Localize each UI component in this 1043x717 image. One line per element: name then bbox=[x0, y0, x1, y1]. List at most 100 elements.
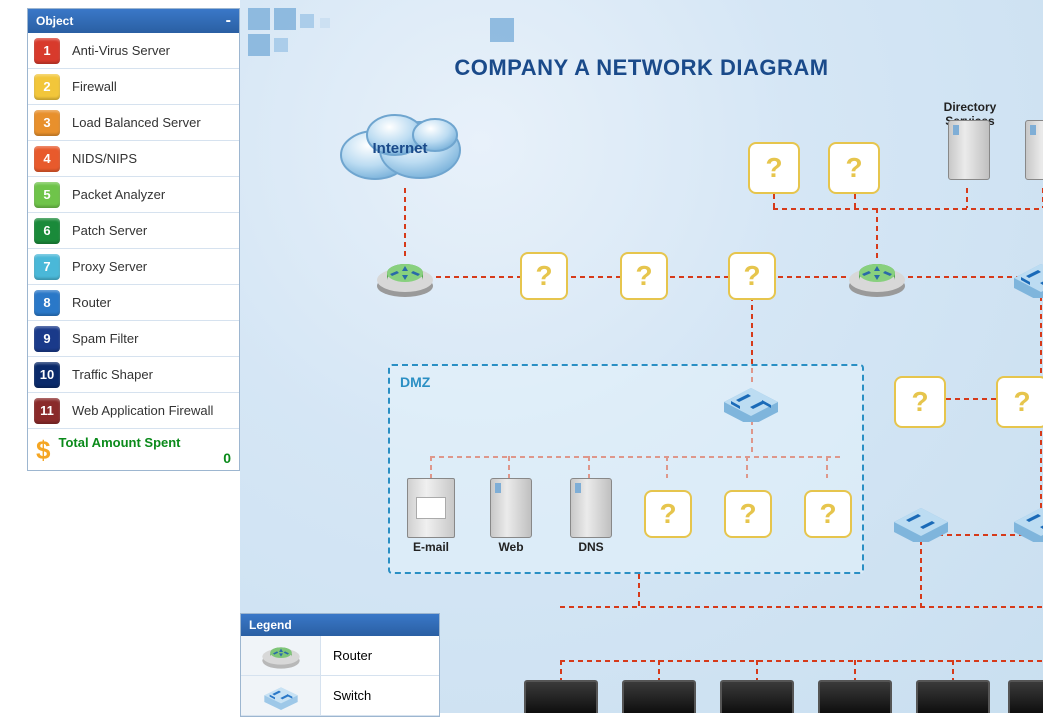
workstation[interactable] bbox=[622, 680, 696, 713]
connection-line bbox=[773, 194, 775, 208]
drop-slot[interactable]: ? bbox=[996, 376, 1043, 428]
object-label: Load Balanced Server bbox=[72, 115, 201, 130]
drop-slot[interactable]: ? bbox=[728, 252, 776, 300]
connection-line bbox=[876, 208, 878, 260]
legend-label: Switch bbox=[321, 688, 371, 703]
object-label: Web Application Firewall bbox=[72, 403, 213, 418]
connection-line bbox=[404, 188, 406, 260]
workstation[interactable] bbox=[524, 680, 598, 713]
web-server[interactable]: Web bbox=[486, 478, 536, 554]
object-badge: 8 bbox=[34, 290, 60, 316]
diagram-canvas[interactable]: COMPANY A NETWORK DIAGRAM bbox=[240, 0, 1043, 713]
object-item[interactable]: 2 Firewall bbox=[28, 69, 239, 105]
object-label: Packet Analyzer bbox=[72, 187, 165, 202]
dns-label: DNS bbox=[566, 540, 616, 554]
drop-slot[interactable]: ? bbox=[748, 142, 800, 194]
object-badge: 3 bbox=[34, 110, 60, 136]
object-item[interactable]: 9 Spam Filter bbox=[28, 321, 239, 357]
legend-item: Switch bbox=[241, 676, 439, 716]
legend-panel: Legend Router Switch bbox=[240, 613, 440, 717]
connection-line bbox=[920, 540, 922, 606]
diagram-title: COMPANY A NETWORK DIAGRAM bbox=[240, 55, 1043, 81]
minimize-icon[interactable]: - bbox=[226, 16, 231, 26]
drop-slot[interactable]: ? bbox=[828, 142, 880, 194]
workstation[interactable] bbox=[818, 680, 892, 713]
connection-line bbox=[638, 574, 640, 606]
switch-node[interactable] bbox=[1010, 500, 1043, 542]
dns-server[interactable]: DNS bbox=[566, 478, 616, 554]
switch-icon bbox=[241, 676, 321, 715]
drop-slot[interactable]: ? bbox=[724, 490, 772, 538]
object-label: Patch Server bbox=[72, 223, 147, 238]
connection-line bbox=[756, 660, 758, 680]
dmz-zone bbox=[388, 364, 864, 574]
workstation[interactable] bbox=[720, 680, 794, 713]
object-panel-title: Object bbox=[36, 14, 73, 28]
connection-line bbox=[854, 194, 856, 208]
router-node[interactable] bbox=[846, 256, 908, 298]
server-icon bbox=[570, 478, 612, 538]
print-server[interactable] bbox=[1016, 120, 1043, 180]
dmz-label: DMZ bbox=[400, 374, 430, 390]
switch-node[interactable] bbox=[890, 500, 952, 542]
object-badge: 9 bbox=[34, 326, 60, 352]
object-badge: 1 bbox=[34, 38, 60, 64]
server-icon bbox=[948, 120, 990, 180]
object-panel-header[interactable]: Object - bbox=[28, 9, 239, 33]
switch-icon bbox=[1010, 500, 1043, 542]
object-item[interactable]: 8 Router bbox=[28, 285, 239, 321]
email-server[interactable]: E-mail bbox=[406, 478, 456, 554]
drop-slot[interactable]: ? bbox=[804, 490, 852, 538]
workstation[interactable] bbox=[916, 680, 990, 713]
router-node[interactable] bbox=[374, 256, 436, 298]
legend-label: Router bbox=[321, 648, 372, 663]
object-panel: Object - 1 Anti-Virus Server 2 Firewall … bbox=[27, 8, 240, 471]
object-item[interactable]: 1 Anti-Virus Server bbox=[28, 33, 239, 69]
object-item[interactable]: 3 Load Balanced Server bbox=[28, 105, 239, 141]
print-server-label: Print bbox=[1016, 107, 1043, 121]
server-icon bbox=[1025, 120, 1043, 180]
switch-node[interactable] bbox=[1010, 256, 1043, 298]
connection-line bbox=[658, 660, 660, 680]
email-server-icon bbox=[407, 478, 455, 538]
drop-slot[interactable]: ? bbox=[520, 252, 568, 300]
object-badge: 11 bbox=[34, 398, 60, 424]
object-label: Proxy Server bbox=[72, 259, 147, 274]
object-label: Spam Filter bbox=[72, 331, 138, 346]
connection-line bbox=[773, 208, 1043, 210]
internet-label: Internet bbox=[325, 140, 475, 157]
switch-icon bbox=[720, 380, 782, 422]
object-label: Anti-Virus Server bbox=[72, 43, 170, 58]
directory-services-server[interactable] bbox=[934, 120, 1004, 180]
dollar-icon: $ bbox=[36, 435, 50, 466]
object-list: 1 Anti-Virus Server 2 Firewall 3 Load Ba… bbox=[28, 33, 239, 429]
drop-slot[interactable]: ? bbox=[894, 376, 946, 428]
internet-cloud[interactable]: Internet bbox=[325, 100, 475, 195]
switch-icon bbox=[890, 500, 952, 542]
router-icon bbox=[374, 256, 436, 298]
object-item[interactable]: 11 Web Application Firewall bbox=[28, 393, 239, 429]
legend-item: Router bbox=[241, 636, 439, 676]
object-badge: 6 bbox=[34, 218, 60, 244]
email-label: E-mail bbox=[406, 540, 456, 554]
router-icon bbox=[846, 256, 908, 298]
switch-icon bbox=[1010, 256, 1043, 298]
connection-line bbox=[560, 660, 562, 680]
object-item[interactable]: 4 NIDS/NIPS bbox=[28, 141, 239, 177]
connection-line bbox=[560, 660, 1043, 662]
total-spent-row: $ Total Amount Spent 0 bbox=[28, 429, 239, 470]
object-item[interactable]: 7 Proxy Server bbox=[28, 249, 239, 285]
object-badge: 4 bbox=[34, 146, 60, 172]
object-item[interactable]: 6 Patch Server bbox=[28, 213, 239, 249]
object-item[interactable]: 10 Traffic Shaper bbox=[28, 357, 239, 393]
drop-slot[interactable]: ? bbox=[644, 490, 692, 538]
workstation[interactable] bbox=[1008, 680, 1043, 713]
connection-line bbox=[952, 660, 954, 680]
switch-node[interactable] bbox=[720, 380, 782, 422]
connection-line bbox=[854, 660, 856, 680]
object-item[interactable]: 5 Packet Analyzer bbox=[28, 177, 239, 213]
total-spent-label: Total Amount Spent bbox=[58, 435, 231, 450]
total-spent-value: 0 bbox=[58, 450, 231, 466]
drop-slot[interactable]: ? bbox=[620, 252, 668, 300]
object-badge: 2 bbox=[34, 74, 60, 100]
